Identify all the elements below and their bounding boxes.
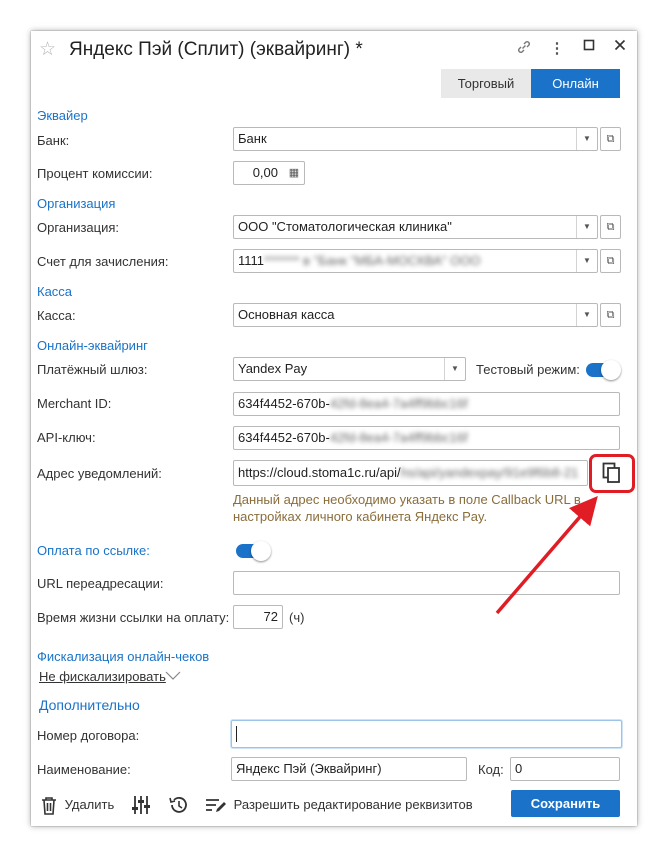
annotation-arrow (495, 496, 598, 615)
